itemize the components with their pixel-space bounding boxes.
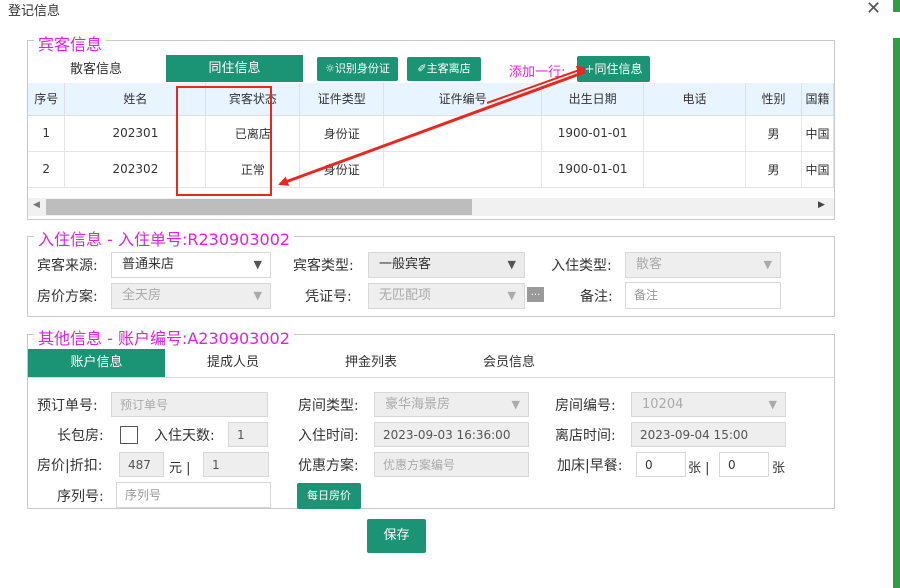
guest-source-label: 宾客来源: [37, 258, 98, 274]
rate-plan-select[interactable]: 全天房 ▼ [111, 283, 271, 309]
checkout-time-input[interactable]: 2023-09-04 15:00 [631, 422, 786, 447]
room-price-input[interactable]: 487 [119, 452, 164, 477]
stay-days-label: 入住天数: [154, 428, 215, 444]
tab-commission[interactable]: 提成人员 [178, 354, 288, 372]
remark-label: 备注: [580, 289, 613, 305]
voucher-value: 无匹配项 [379, 288, 432, 303]
booking-no-input[interactable]: 预订单号 [111, 392, 268, 417]
room-type-select[interactable]: 豪华海景房 ▼ [374, 392, 529, 417]
checkin-time-input[interactable]: 2023-09-03 16:36:00 [374, 422, 529, 447]
long-stay-checkbox[interactable] [120, 426, 138, 444]
chevron-down-icon: ▼ [507, 289, 516, 302]
room-no-label: 房间编号: [555, 398, 616, 414]
checkin-type-label: 入住类型: [551, 258, 612, 274]
promo-input[interactable]: 优惠方案编号 [374, 452, 529, 477]
remark-input[interactable]: 备注 [625, 282, 781, 309]
serial-no-input[interactable]: 序列号 [116, 482, 271, 508]
extra-bed-breakfast-label: 加床|早餐: [557, 458, 623, 474]
tab-account-info[interactable]: 账户信息 [28, 349, 165, 377]
promo-label: 优惠方案: [298, 458, 359, 474]
booking-no-label: 预订单号: [37, 398, 98, 414]
checkin-time-label: 入住时间: [298, 428, 359, 444]
chevron-down-icon: ▼ [763, 258, 772, 271]
rate-plan-value: 全天房 [122, 288, 162, 303]
breakfast-unit: 张 [772, 461, 786, 476]
room-type-label: 房间类型: [298, 398, 359, 414]
breakfast-input[interactable]: 0 [719, 452, 769, 477]
guest-source-value: 普通来店 [122, 257, 175, 272]
chevron-down-icon: ▼ [253, 289, 262, 302]
voucher-label: 凭证号: [305, 289, 352, 305]
room-no-select[interactable]: 10204 ▼ [631, 392, 786, 417]
chevron-down-icon: ▼ [768, 398, 777, 411]
long-stay-label: 长包房: [57, 428, 104, 444]
chevron-down-icon: ▼ [511, 398, 520, 411]
stay-days-input[interactable]: 1 [228, 422, 268, 447]
daily-price-button[interactable]: 每日房价 [297, 483, 361, 509]
other-info-legend: 其他信息 - 账户编号:A230903002 [34, 325, 294, 349]
chevron-down-icon: ▼ [507, 258, 516, 271]
rate-plan-label: 房价方案: [37, 289, 98, 305]
checkin-type-select[interactable]: 散客 ▼ [625, 252, 781, 278]
room-no-value: 10204 [642, 397, 684, 412]
extra-bed-unit: 张 | [688, 461, 710, 476]
extra-bed-input[interactable]: 0 [636, 452, 686, 477]
tab-deposit-list[interactable]: 押金列表 [316, 354, 426, 372]
save-button[interactable]: 保存 [367, 519, 426, 553]
chevron-down-icon: ▼ [253, 258, 262, 271]
guest-type-select[interactable]: 一般宾客 ▼ [368, 252, 525, 278]
guest-type-label: 宾客类型: [293, 258, 354, 274]
checkin-type-value: 散客 [636, 257, 663, 272]
price-unit: 元 | [169, 461, 191, 476]
serial-no-label: 序列号: [57, 489, 104, 505]
discount-input[interactable]: 1 [203, 452, 269, 477]
arrow-to-status-column [278, 70, 586, 186]
checkout-time-label: 离店时间: [555, 428, 616, 444]
guest-source-select[interactable]: 普通来店 ▼ [111, 252, 271, 278]
arrow-to-add-button [486, 65, 587, 104]
price-discount-label: 房价|折扣: [37, 458, 103, 474]
room-type-value: 豪华海景房 [385, 397, 451, 412]
guest-type-value: 一般宾客 [379, 257, 432, 272]
voucher-more-button[interactable]: ... [527, 287, 544, 302]
tab-divider [28, 377, 834, 378]
tab-member-info[interactable]: 会员信息 [454, 354, 564, 372]
checkin-info-legend: 入住信息 - 入住单号:R230903002 [34, 226, 295, 250]
voucher-select[interactable]: 无匹配项 ▼ [368, 283, 525, 309]
